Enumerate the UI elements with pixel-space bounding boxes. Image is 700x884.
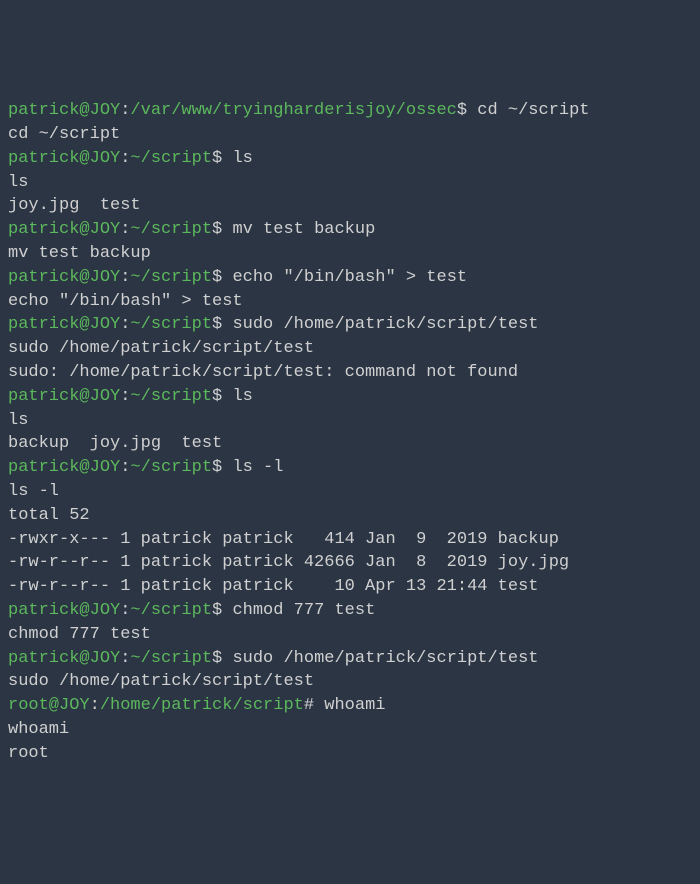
prompt-symbol: $ (212, 149, 232, 168)
terminal-line: patrick@JOY:~/script$ sudo /home/patrick… (8, 647, 692, 671)
prompt-symbol: $ (212, 458, 232, 477)
terminal-line: -rw-r--r-- 1 patrick patrick 42666 Jan 8… (8, 551, 692, 575)
terminal-line: whoami (8, 718, 692, 742)
prompt-path: ~/script (130, 387, 212, 406)
output-text: mv test backup (8, 244, 151, 263)
prompt-path: ~/script (130, 601, 212, 620)
output-text: echo "/bin/bash" > test (8, 292, 243, 311)
prompt-separator: : (120, 268, 130, 287)
command-text: ls -l (232, 458, 283, 477)
output-text: total 52 (8, 506, 90, 525)
terminal-line: ls -l (8, 480, 692, 504)
prompt-separator: : (120, 649, 130, 668)
terminal[interactable]: patrick@JOY:/var/www/tryingharderisjoy/o… (8, 99, 692, 765)
prompt-symbol: $ (212, 649, 232, 668)
terminal-line: cd ~/script (8, 123, 692, 147)
output-text: root (8, 744, 49, 763)
prompt-path: ~/script (130, 315, 212, 334)
command-text: chmod 777 test (232, 601, 375, 620)
prompt-separator: : (120, 149, 130, 168)
prompt-user-host: patrick@JOY (8, 315, 120, 334)
command-text: cd ~/script (477, 101, 589, 120)
output-text: ls (8, 173, 28, 192)
prompt-user-host: patrick@JOY (8, 649, 120, 668)
terminal-line: patrick@JOY:~/script$ ls -l (8, 456, 692, 480)
command-text: ls (232, 149, 252, 168)
prompt-user-host: patrick@JOY (8, 268, 120, 287)
prompt-user-host: patrick@JOY (8, 101, 120, 120)
prompt-symbol: $ (212, 220, 232, 239)
prompt-path: ~/script (130, 149, 212, 168)
command-text: ls (232, 387, 252, 406)
output-text: chmod 777 test (8, 625, 151, 644)
prompt-path: /var/www/tryingharderisjoy/ossec (130, 101, 456, 120)
prompt-symbol: $ (212, 315, 232, 334)
prompt-separator: : (90, 696, 100, 715)
terminal-line: patrick@JOY:/var/www/tryingharderisjoy/o… (8, 99, 692, 123)
command-text: whoami (324, 696, 385, 715)
prompt-path: ~/script (130, 268, 212, 287)
prompt-user-host: patrick@JOY (8, 387, 120, 406)
terminal-line: sudo /home/patrick/script/test (8, 337, 692, 361)
terminal-line: -rw-r--r-- 1 patrick patrick 10 Apr 13 2… (8, 575, 692, 599)
terminal-line: patrick@JOY:~/script$ mv test backup (8, 218, 692, 242)
output-text: ls -l (8, 482, 59, 501)
terminal-line: ls (8, 409, 692, 433)
command-text: sudo /home/patrick/script/test (232, 649, 538, 668)
output-text: ls (8, 411, 28, 430)
prompt-separator: : (120, 458, 130, 477)
prompt-separator: : (120, 220, 130, 239)
prompt-path: ~/script (130, 458, 212, 477)
terminal-line: sudo /home/patrick/script/test (8, 670, 692, 694)
terminal-line: root (8, 742, 692, 766)
prompt-symbol: $ (457, 101, 477, 120)
prompt-separator: : (120, 601, 130, 620)
output-text: cd ~/script (8, 125, 120, 144)
terminal-line: chmod 777 test (8, 623, 692, 647)
terminal-line: patrick@JOY:~/script$ ls (8, 147, 692, 171)
prompt-separator: : (120, 315, 130, 334)
command-text: sudo /home/patrick/script/test (232, 315, 538, 334)
prompt-symbol: $ (212, 601, 232, 620)
command-text: mv test backup (232, 220, 375, 239)
prompt-user-host: patrick@JOY (8, 458, 120, 477)
prompt-path: /home/patrick/script (100, 696, 304, 715)
terminal-line: patrick@JOY:~/script$ ls (8, 385, 692, 409)
prompt-user-host: patrick@JOY (8, 601, 120, 620)
output-text: backup joy.jpg test (8, 434, 222, 453)
terminal-line: -rwxr-x--- 1 patrick patrick 414 Jan 9 2… (8, 528, 692, 552)
output-text: -rw-r--r-- 1 patrick patrick 10 Apr 13 2… (8, 577, 539, 596)
prompt-separator: : (120, 101, 130, 120)
output-text: joy.jpg test (8, 196, 141, 215)
prompt-path: ~/script (130, 649, 212, 668)
output-text: sudo /home/patrick/script/test (8, 672, 314, 691)
prompt-user-host: root@JOY (8, 696, 90, 715)
terminal-line: ls (8, 171, 692, 195)
prompt-symbol: $ (212, 387, 232, 406)
terminal-line: root@JOY:/home/patrick/script# whoami (8, 694, 692, 718)
prompt-separator: : (120, 387, 130, 406)
terminal-line: mv test backup (8, 242, 692, 266)
terminal-line: echo "/bin/bash" > test (8, 290, 692, 314)
terminal-line: patrick@JOY:~/script$ chmod 777 test (8, 599, 692, 623)
prompt-symbol: # (304, 696, 324, 715)
terminal-line: patrick@JOY:~/script$ echo "/bin/bash" >… (8, 266, 692, 290)
prompt-user-host: patrick@JOY (8, 149, 120, 168)
prompt-user-host: patrick@JOY (8, 220, 120, 239)
terminal-line: patrick@JOY:~/script$ sudo /home/patrick… (8, 313, 692, 337)
terminal-line: total 52 (8, 504, 692, 528)
output-text: -rw-r--r-- 1 patrick patrick 42666 Jan 8… (8, 553, 569, 572)
command-text: echo "/bin/bash" > test (232, 268, 467, 287)
terminal-line: joy.jpg test (8, 194, 692, 218)
terminal-line: backup joy.jpg test (8, 432, 692, 456)
terminal-line: sudo: /home/patrick/script/test: command… (8, 361, 692, 385)
output-text: whoami (8, 720, 69, 739)
prompt-path: ~/script (130, 220, 212, 239)
prompt-symbol: $ (212, 268, 232, 287)
output-text: sudo /home/patrick/script/test (8, 339, 314, 358)
output-text: sudo: /home/patrick/script/test: command… (8, 363, 518, 382)
